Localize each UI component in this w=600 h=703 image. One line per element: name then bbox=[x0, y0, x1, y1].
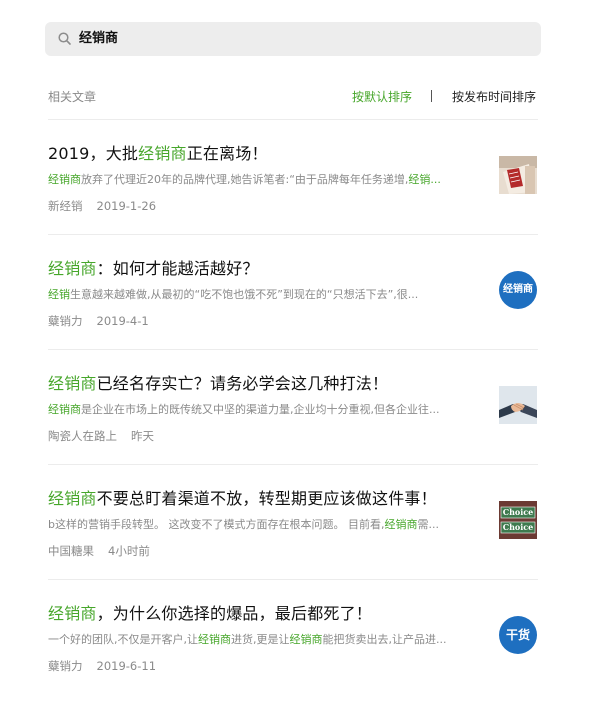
thumb-logo-text: 经销商 bbox=[503, 284, 533, 295]
article-item[interactable]: 经销商已经名存实亡？请务必学会这几种打法！ 经销商是企业在市场上的既传统又中坚的… bbox=[48, 373, 540, 473]
divider bbox=[48, 579, 538, 580]
divider bbox=[48, 464, 538, 465]
article-meta: 糵销力 2019-6-11 bbox=[48, 658, 156, 674]
article-date: 4小时前 bbox=[108, 544, 150, 558]
article-snippet: 经销商放弃了代理近20年的品牌代理,她告诉笔者:“由于品牌每年任务递增,经销..… bbox=[48, 173, 441, 186]
results-header: 相关文章 按默认排序 按发布时间排序 bbox=[48, 86, 538, 106]
article-item[interactable]: 2019，大批经销商正在离场！ 经销商放弃了代理近20年的品牌代理,她告诉笔者:… bbox=[48, 143, 540, 243]
article-item[interactable]: 经销商，为什么你选择的爆品，最后都死了！ 一个好的团队,不仅是开客户,让经销商进… bbox=[48, 603, 540, 703]
article-source: 新经销 bbox=[48, 199, 83, 213]
divider bbox=[48, 349, 538, 350]
article-title[interactable]: 经销商不要总盯着渠道不放，转型期更应该做这件事！ bbox=[48, 488, 437, 510]
logo-circle-thumbnail[interactable]: 干货 bbox=[499, 616, 537, 654]
article-title[interactable]: 经销商：如何才能越活越好？ bbox=[48, 258, 259, 280]
article-meta: 新经销 2019-1-26 bbox=[48, 198, 156, 214]
article-meta: 陶瓷人在路上 昨天 bbox=[48, 428, 154, 444]
article-source: 中国糖果 bbox=[48, 544, 94, 558]
article-meta: 糵销力 2019-4-1 bbox=[48, 313, 149, 329]
article-item[interactable]: 经销商不要总盯着渠道不放，转型期更应该做这件事！ b这样的营销手段转型。 这改变… bbox=[48, 488, 540, 588]
divider bbox=[48, 119, 538, 120]
photo-ledger-thumbnail[interactable] bbox=[499, 156, 537, 194]
search-bar[interactable] bbox=[45, 22, 541, 56]
thumb-sign-text: Choice bbox=[502, 507, 534, 517]
sort-default-button[interactable]: 按默认排序 bbox=[352, 88, 412, 105]
article-title[interactable]: 经销商已经名存实亡？请务必学会这几种打法！ bbox=[48, 373, 388, 395]
search-input[interactable] bbox=[79, 22, 519, 56]
sort-time-button[interactable]: 按发布时间排序 bbox=[452, 88, 536, 105]
article-snippet: b这样的营销手段转型。 这改变不了模式方面存在根本问题。 目前看,经销商需... bbox=[48, 518, 439, 531]
article-date: 昨天 bbox=[131, 429, 154, 443]
article-snippet: 一个好的团队,不仅是开客户,让经销商进货,更是让经销商能把货卖出去,让产品进..… bbox=[48, 633, 447, 646]
logo-circle-thumbnail[interactable]: 经销商 bbox=[499, 271, 537, 309]
thumb-sign-text: Choice bbox=[502, 522, 534, 532]
sort-divider bbox=[431, 90, 432, 102]
article-snippet: 经销商是企业在市场上的既传统又中坚的渠道力量,企业均十分重视,但各企业往... bbox=[48, 403, 440, 416]
article-meta: 中国糖果 4小时前 bbox=[48, 543, 150, 559]
article-date: 2019-1-26 bbox=[96, 199, 157, 213]
handshake-thumbnail[interactable] bbox=[499, 386, 537, 424]
article-source: 糵销力 bbox=[48, 314, 83, 328]
thumb-logo-text: 干货 bbox=[505, 628, 530, 642]
divider bbox=[48, 234, 538, 235]
article-source: 陶瓷人在路上 bbox=[48, 429, 117, 443]
article-date: 2019-6-11 bbox=[96, 659, 157, 673]
section-title: 相关文章 bbox=[48, 90, 97, 104]
article-date: 2019-4-1 bbox=[96, 314, 149, 328]
search-icon bbox=[58, 32, 71, 45]
choice-signs-thumbnail[interactable]: Choice Choice bbox=[499, 501, 537, 539]
article-item[interactable]: 经销商：如何才能越活越好？ 经销生意越来越难做,从最初的“吃不饱也饿不死”到现在… bbox=[48, 258, 540, 358]
article-title[interactable]: 经销商，为什么你选择的爆品，最后都死了！ bbox=[48, 603, 372, 625]
article-snippet: 经销生意越来越难做,从最初的“吃不饱也饿不死”到现在的“只想活下去”,很... bbox=[48, 288, 419, 301]
article-source: 糵销力 bbox=[48, 659, 83, 673]
article-title[interactable]: 2019，大批经销商正在离场！ bbox=[48, 143, 268, 165]
